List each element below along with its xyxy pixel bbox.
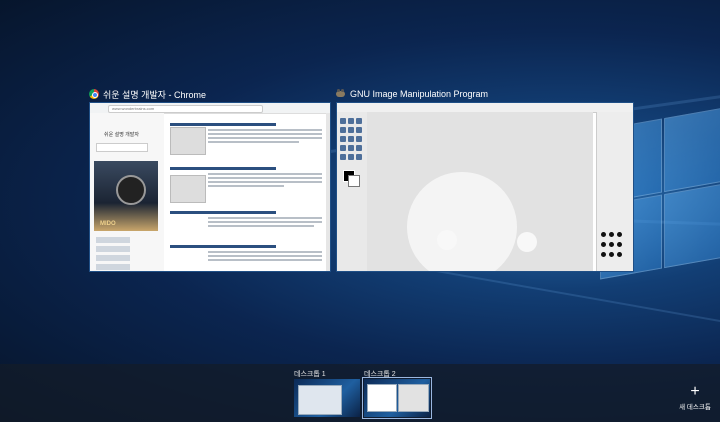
virtual-desktop-bar: [0, 364, 720, 422]
new-desktop-button[interactable]: + 새 데스크톱: [675, 383, 715, 412]
desktop-preview: [294, 379, 360, 417]
search-input: [96, 143, 148, 152]
blog-sidebar: 쉬운 설명 개발자 MIDO: [90, 113, 164, 271]
background-color: [348, 175, 360, 187]
window-title-bar: GNU Image Manipulation Program: [336, 87, 488, 101]
desktop-label: 데스크톱 1: [294, 371, 326, 378]
window-title: GNU Image Manipulation Program: [350, 89, 489, 99]
scrollbar: [326, 113, 330, 271]
address-bar: www.wonderbrains.com: [108, 105, 263, 113]
toolbox: [337, 112, 367, 271]
window-title-bar: 쉬운 설명 개발자 - Chrome: [89, 87, 206, 101]
category-list: [96, 237, 130, 271]
desktop-1[interactable]: 데스크톱 1: [294, 369, 360, 419]
plus-icon: +: [690, 383, 700, 400]
desktop-label: 데스크톱 2: [364, 371, 396, 378]
window-title: 쉬운 설명 개발자 - Chrome: [103, 89, 206, 100]
window-thumbnail-chrome[interactable]: 쉬운 설명 개발자 - Chrome www.wonderbrains.com …: [89, 87, 331, 273]
post-thumbnail: [170, 127, 206, 155]
site-title: 쉬운 설명 개발자: [104, 132, 139, 138]
desktop-preview: [362, 377, 432, 419]
gimp-icon: [336, 89, 346, 99]
watch-image: [116, 175, 146, 205]
ad-brand: MIDO: [100, 221, 116, 227]
desktop-2[interactable]: 데스크톱 2: [362, 369, 432, 419]
wilber-watermark: [407, 172, 517, 271]
ad-banner: MIDO: [94, 161, 158, 231]
image-canvas: [367, 112, 593, 271]
gimp-window-preview: [336, 102, 634, 272]
brushes-dock: [596, 112, 633, 271]
chrome-window-preview: www.wonderbrains.com 쉬운 설명 개발자 MIDO: [89, 102, 331, 272]
window-thumbnail-gimp[interactable]: GNU Image Manipulation Program: [336, 87, 634, 273]
post-list: [170, 117, 322, 271]
chrome-icon: [89, 89, 99, 99]
post-thumbnail: [170, 175, 206, 203]
new-desktop-label: 새 데스크톱: [679, 404, 711, 411]
